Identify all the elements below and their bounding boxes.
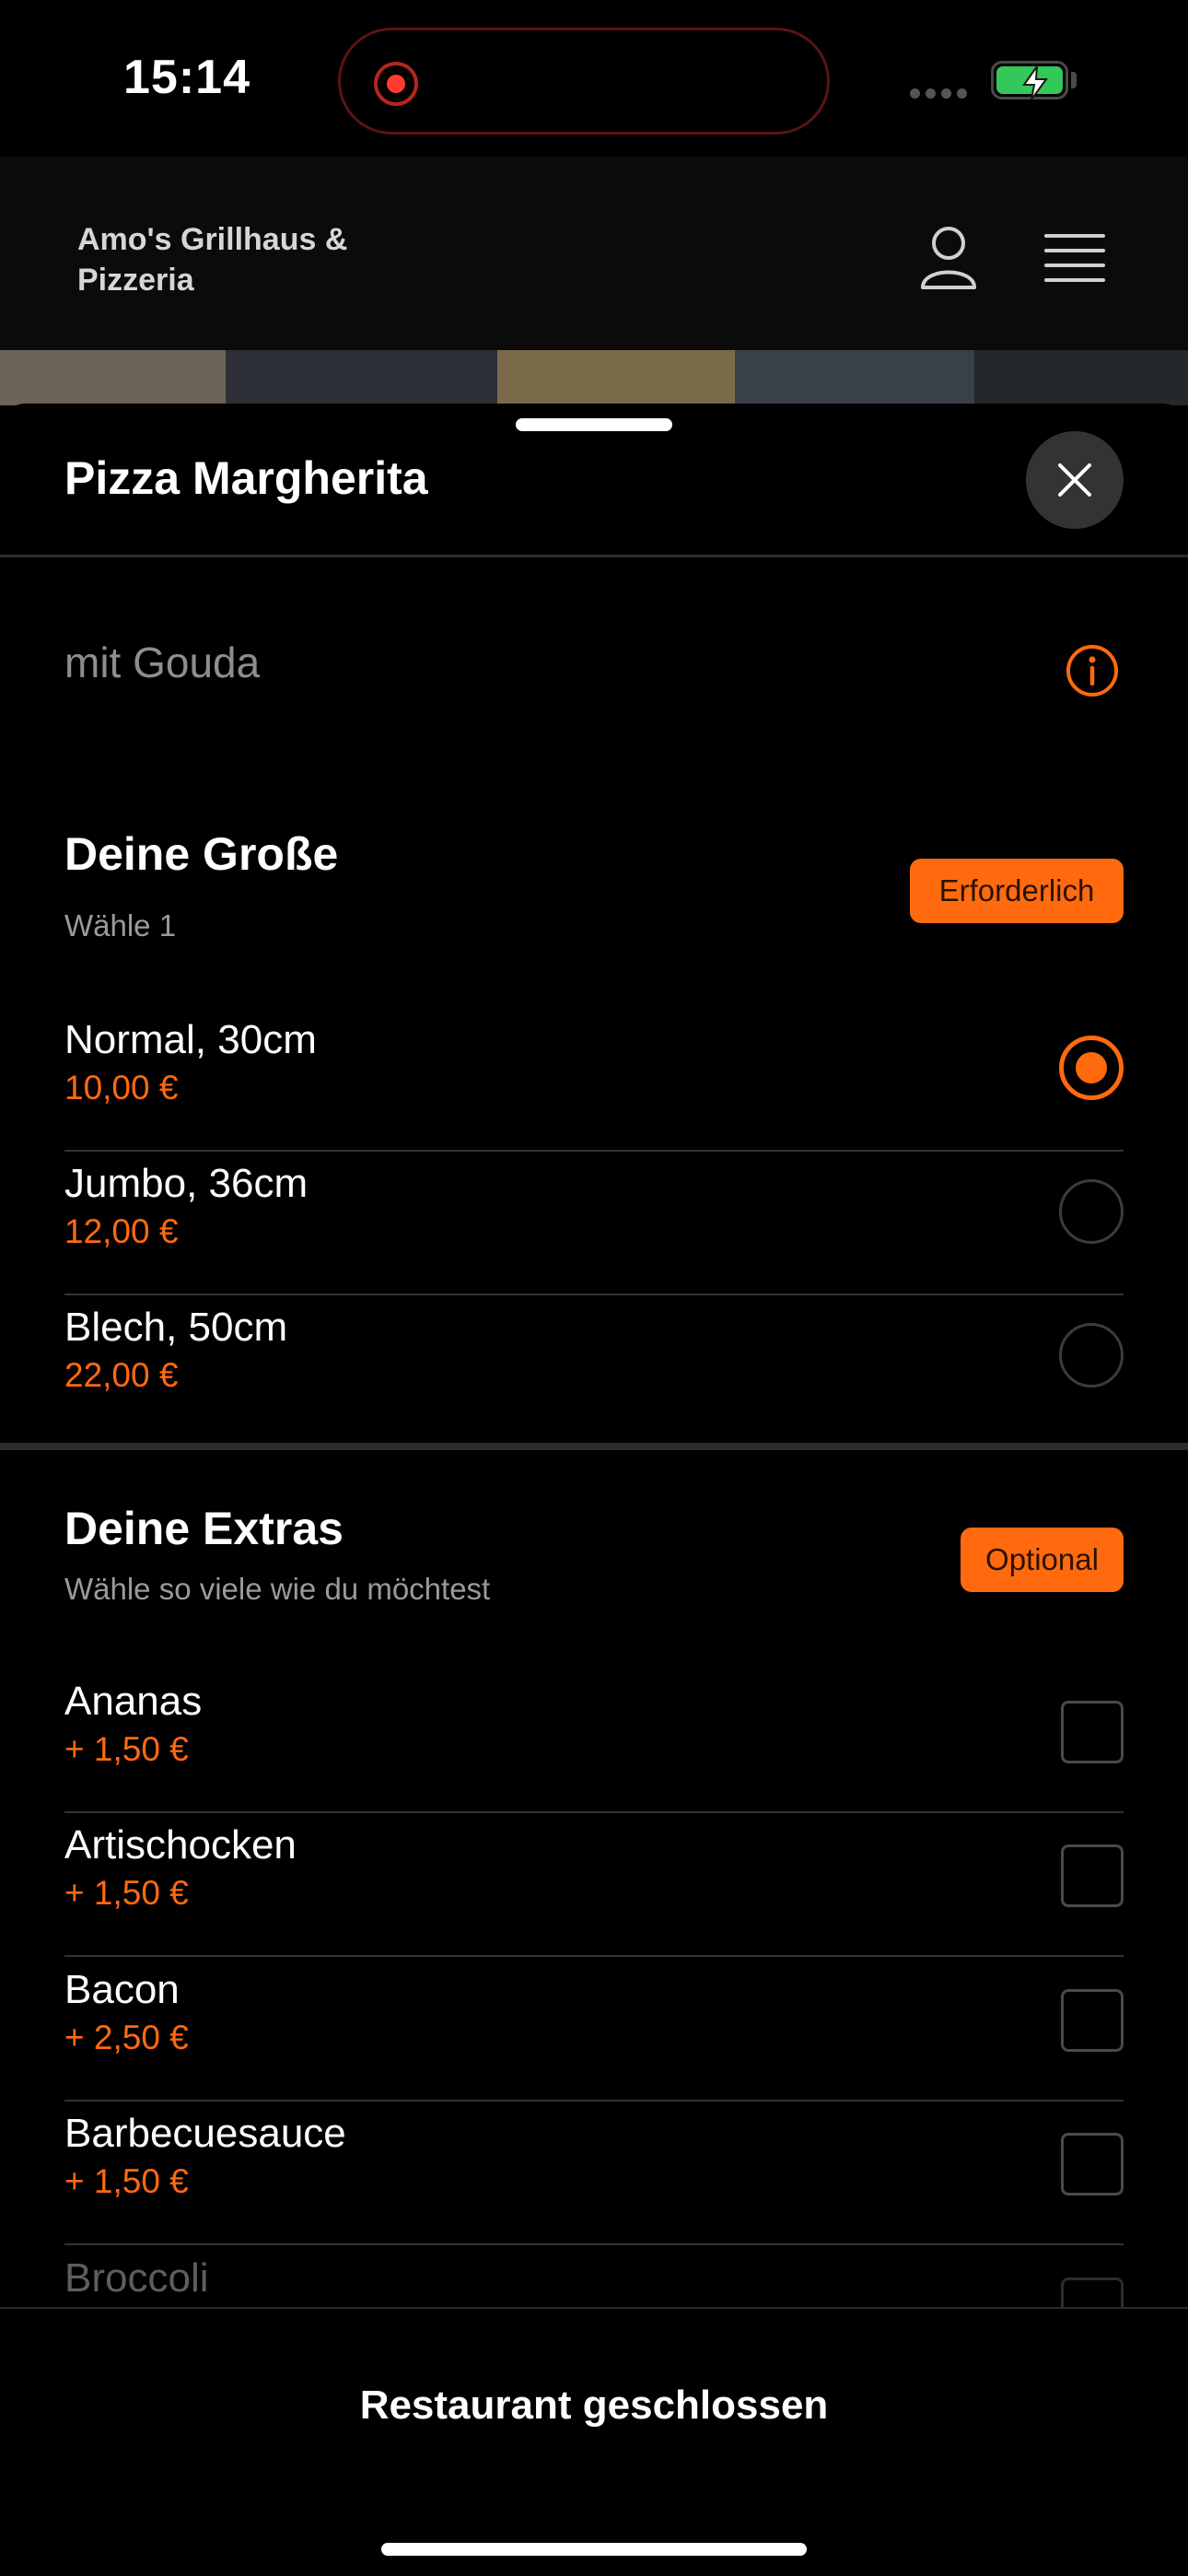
checkbox[interactable] xyxy=(1061,1701,1124,1763)
dynamic-island xyxy=(338,28,830,135)
extras-section-subtitle: Wähle so viele wie du möchtest xyxy=(64,1572,491,1606)
close-button[interactable] xyxy=(1026,431,1124,529)
battery-cap xyxy=(1071,72,1077,88)
option-price: + 1,50 € xyxy=(64,2162,189,2200)
info-icon[interactable] xyxy=(1065,643,1120,698)
app-header: Amo's Grillhaus & Pizzeria xyxy=(0,157,1188,350)
extra-option-artischocken[interactable]: Artischocken + 1,50 € xyxy=(64,1813,1124,1957)
option-name: Artischocken xyxy=(64,1822,297,1868)
product-description: mit Gouda xyxy=(64,638,261,686)
row-divider xyxy=(64,1955,1124,1957)
profile-icon[interactable] xyxy=(919,225,978,291)
option-name: Normal, 30cm xyxy=(64,1017,317,1062)
cellular-signal-icon xyxy=(910,87,974,99)
extras-section-title: Deine Extras xyxy=(64,1503,344,1554)
size-option-normal[interactable]: Normal, 30cm 10,00 € xyxy=(64,1008,1124,1152)
radio-selected[interactable] xyxy=(1059,1036,1124,1100)
extra-option-barbecuesauce[interactable]: Barbecuesauce + 1,50 € xyxy=(64,2102,1124,2245)
extra-option-ananas[interactable]: Ananas + 1,50 € xyxy=(64,1669,1124,1813)
divider xyxy=(0,555,1188,557)
home-indicator[interactable] xyxy=(381,2543,807,2556)
required-badge: Erforderlich xyxy=(910,859,1124,923)
restaurant-name[interactable]: Amo's Grillhaus & Pizzeria xyxy=(77,219,409,300)
option-name: Ananas xyxy=(64,1679,203,1724)
recording-indicator-icon xyxy=(374,62,418,106)
order-footer: Restaurant geschlossen xyxy=(0,2307,1188,2576)
section-divider xyxy=(0,1443,1188,1450)
option-price: + 2,50 € xyxy=(64,2019,189,2056)
sheet-grabber[interactable] xyxy=(516,418,672,431)
option-price: 12,00 € xyxy=(64,1212,179,1250)
option-name: Jumbo, 36cm xyxy=(64,1161,309,1206)
size-option-blech[interactable]: Blech, 50cm 22,00 € xyxy=(64,1295,1124,1439)
size-section-title: Deine Große xyxy=(64,828,339,880)
option-name: Bacon xyxy=(64,1967,180,2012)
close-icon xyxy=(1058,463,1091,497)
optional-badge: Optional xyxy=(961,1528,1124,1592)
option-price: 22,00 € xyxy=(64,1356,179,1394)
product-title: Pizza Margherita xyxy=(64,452,428,504)
option-price: + 1,50 € xyxy=(64,1730,189,1768)
size-option-jumbo[interactable]: Jumbo, 36cm 12,00 € xyxy=(64,1152,1124,1295)
checkbox[interactable] xyxy=(1061,2133,1124,2195)
extra-option-bacon[interactable]: Bacon + 2,50 € xyxy=(64,1958,1124,2102)
radio-unselected[interactable] xyxy=(1059,1179,1124,1244)
option-name: Barbecuesauce xyxy=(64,2111,346,2156)
option-price: + 1,50 € xyxy=(64,1874,189,1912)
size-section-subtitle: Wähle 1 xyxy=(64,908,177,943)
status-time: 15:14 xyxy=(123,51,250,104)
background-photo-strip xyxy=(0,350,1188,405)
option-name: Broccoli xyxy=(64,2255,209,2301)
hamburger-menu-icon[interactable] xyxy=(1044,232,1105,284)
row-divider xyxy=(64,2243,1124,2245)
product-sheet: Pizza Margherita mit Gouda Deine Große W… xyxy=(0,404,1188,2576)
restaurant-closed-label: Restaurant geschlossen xyxy=(359,2383,829,2428)
checkbox[interactable] xyxy=(1061,1844,1124,1907)
radio-unselected[interactable] xyxy=(1059,1323,1124,1388)
checkbox[interactable] xyxy=(1061,1989,1124,2052)
option-price: 10,00 € xyxy=(64,1069,179,1107)
option-name: Blech, 50cm xyxy=(64,1305,288,1350)
battery-charging-icon xyxy=(991,61,1068,100)
status-bar: 15:14 xyxy=(0,0,1188,157)
